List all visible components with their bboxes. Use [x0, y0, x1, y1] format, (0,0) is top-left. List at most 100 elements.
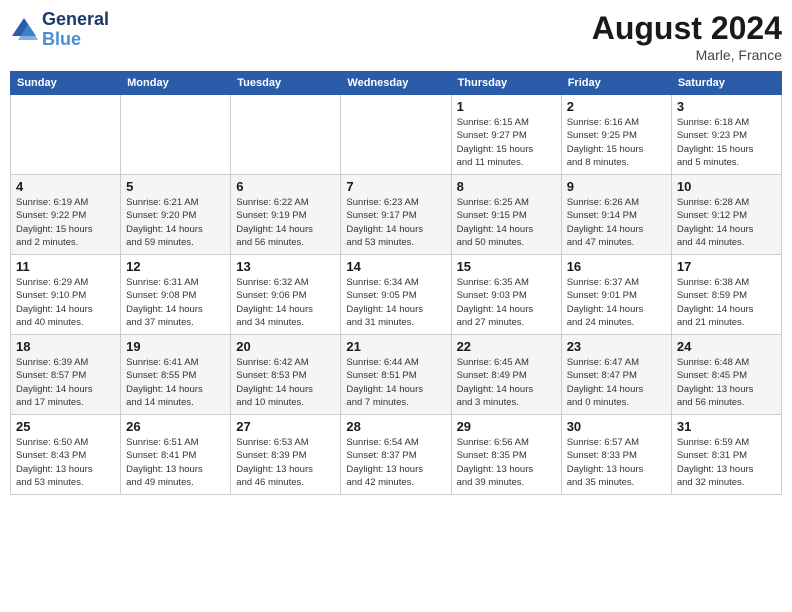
day-info: Sunrise: 6:15 AMSunset: 9:27 PMDaylight:…: [457, 116, 556, 169]
calendar-cell: 3 Sunrise: 6:18 AMSunset: 9:23 PMDaylight…: [671, 95, 781, 175]
calendar-cell: 31 Sunrise: 6:59 AMSunset: 8:31 PMDayligh…: [671, 415, 781, 495]
day-info: Sunrise: 6:56 AMSunset: 8:35 PMDaylight:…: [457, 436, 556, 489]
day-info: Sunrise: 6:38 AMSunset: 8:59 PMDaylight:…: [677, 276, 776, 329]
day-number: 2: [567, 99, 666, 114]
header: General Blue August 2024 Marle, France: [10, 10, 782, 63]
day-number: 31: [677, 419, 776, 434]
location: Marle, France: [592, 47, 782, 63]
calendar-cell: 1 Sunrise: 6:15 AMSunset: 9:27 PMDaylight…: [451, 95, 561, 175]
day-number: 19: [126, 339, 225, 354]
day-number: 20: [236, 339, 335, 354]
day-info: Sunrise: 6:51 AMSunset: 8:41 PMDaylight:…: [126, 436, 225, 489]
calendar-cell: 25Sunrise: 6:50 AMSunset: 8:43 PMDayligh…: [11, 415, 121, 495]
week-row-2: 4 Sunrise: 6:19 AMSunset: 9:22 PMDaylight…: [11, 175, 782, 255]
weekday-header-row: SundayMondayTuesdayWednesdayThursdayFrid…: [11, 72, 782, 95]
day-info: Sunrise: 6:35 AMSunset: 9:03 PMDaylight:…: [457, 276, 556, 329]
day-number: 11: [16, 259, 115, 274]
month-title: August 2024: [592, 10, 782, 47]
weekday-header-tuesday: Tuesday: [231, 72, 341, 95]
day-info: Sunrise: 6:47 AMSunset: 8:47 PMDaylight:…: [567, 356, 666, 409]
day-number: 13: [236, 259, 335, 274]
calendar-cell: 29 Sunrise: 6:56 AMSunset: 8:35 PMDayligh…: [451, 415, 561, 495]
day-info: Sunrise: 6:21 AMSunset: 9:20 PMDaylight:…: [126, 196, 225, 249]
week-row-3: 11 Sunrise: 6:29 AMSunset: 9:10 PMDayligh…: [11, 255, 782, 335]
calendar-cell: 30 Sunrise: 6:57 AMSunset: 8:33 PMDayligh…: [561, 415, 671, 495]
day-number: 4: [16, 179, 115, 194]
calendar-cell: [11, 95, 121, 175]
calendar-cell: 6 Sunrise: 6:22 AMSunset: 9:19 PMDaylight…: [231, 175, 341, 255]
day-number: 18: [16, 339, 115, 354]
day-number: 28: [346, 419, 445, 434]
calendar-cell: 12 Sunrise: 6:31 AMSunset: 9:08 PMDayligh…: [121, 255, 231, 335]
day-info: Sunrise: 6:54 AMSunset: 8:37 PMDaylight:…: [346, 436, 445, 489]
calendar-cell: 11 Sunrise: 6:29 AMSunset: 9:10 PMDayligh…: [11, 255, 121, 335]
calendar-cell: 17 Sunrise: 6:38 AMSunset: 8:59 PMDayligh…: [671, 255, 781, 335]
day-info: Sunrise: 6:37 AMSunset: 9:01 PMDaylight:…: [567, 276, 666, 329]
day-info: Sunrise: 6:31 AMSunset: 9:08 PMDaylight:…: [126, 276, 225, 329]
calendar-cell: 20 Sunrise: 6:42 AMSunset: 8:53 PMDayligh…: [231, 335, 341, 415]
calendar-cell: 23 Sunrise: 6:47 AMSunset: 8:47 PMDayligh…: [561, 335, 671, 415]
day-info: Sunrise: 6:59 AMSunset: 8:31 PMDaylight:…: [677, 436, 776, 489]
calendar-cell: 7 Sunrise: 6:23 AMSunset: 9:17 PMDaylight…: [341, 175, 451, 255]
day-number: 17: [677, 259, 776, 274]
week-row-1: 1 Sunrise: 6:15 AMSunset: 9:27 PMDaylight…: [11, 95, 782, 175]
day-number: 27: [236, 419, 335, 434]
calendar-cell: [341, 95, 451, 175]
day-number: 25: [16, 419, 115, 434]
day-number: 29: [457, 419, 556, 434]
day-info: Sunrise: 6:19 AMSunset: 9:22 PMDaylight:…: [16, 196, 115, 249]
day-info: Sunrise: 6:57 AMSunset: 8:33 PMDaylight:…: [567, 436, 666, 489]
day-info: Sunrise: 6:45 AMSunset: 8:49 PMDaylight:…: [457, 356, 556, 409]
day-info: Sunrise: 6:32 AMSunset: 9:06 PMDaylight:…: [236, 276, 335, 329]
day-info: Sunrise: 6:44 AMSunset: 8:51 PMDaylight:…: [346, 356, 445, 409]
day-info: Sunrise: 6:18 AMSunset: 9:23 PMDaylight:…: [677, 116, 776, 169]
day-info: Sunrise: 6:16 AMSunset: 9:25 PMDaylight:…: [567, 116, 666, 169]
day-number: 21: [346, 339, 445, 354]
day-info: Sunrise: 6:42 AMSunset: 8:53 PMDaylight:…: [236, 356, 335, 409]
day-number: 7: [346, 179, 445, 194]
logo: General Blue: [10, 10, 109, 50]
calendar-cell: 28 Sunrise: 6:54 AMSunset: 8:37 PMDayligh…: [341, 415, 451, 495]
calendar-cell: 19Sunrise: 6:41 AMSunset: 8:55 PMDayligh…: [121, 335, 231, 415]
calendar-cell: 14 Sunrise: 6:34 AMSunset: 9:05 PMDayligh…: [341, 255, 451, 335]
day-number: 14: [346, 259, 445, 274]
title-area: August 2024 Marle, France: [592, 10, 782, 63]
weekday-header-saturday: Saturday: [671, 72, 781, 95]
calendar-cell: 24 Sunrise: 6:48 AMSunset: 8:45 PMDayligh…: [671, 335, 781, 415]
day-number: 6: [236, 179, 335, 194]
day-number: 26: [126, 419, 225, 434]
day-info: Sunrise: 6:25 AMSunset: 9:15 PMDaylight:…: [457, 196, 556, 249]
week-row-5: 25Sunrise: 6:50 AMSunset: 8:43 PMDayligh…: [11, 415, 782, 495]
calendar-cell: 4 Sunrise: 6:19 AMSunset: 9:22 PMDaylight…: [11, 175, 121, 255]
day-info: Sunrise: 6:23 AMSunset: 9:17 PMDaylight:…: [346, 196, 445, 249]
calendar-cell: 13 Sunrise: 6:32 AMSunset: 9:06 PMDayligh…: [231, 255, 341, 335]
day-info: Sunrise: 6:28 AMSunset: 9:12 PMDaylight:…: [677, 196, 776, 249]
day-number: 23: [567, 339, 666, 354]
day-info: Sunrise: 6:34 AMSunset: 9:05 PMDaylight:…: [346, 276, 445, 329]
calendar-cell: 5 Sunrise: 6:21 AMSunset: 9:20 PMDaylight…: [121, 175, 231, 255]
day-number: 9: [567, 179, 666, 194]
day-info: Sunrise: 6:29 AMSunset: 9:10 PMDaylight:…: [16, 276, 115, 329]
day-number: 30: [567, 419, 666, 434]
calendar-cell: 22 Sunrise: 6:45 AMSunset: 8:49 PMDayligh…: [451, 335, 561, 415]
day-number: 1: [457, 99, 556, 114]
day-info: Sunrise: 6:22 AMSunset: 9:19 PMDaylight:…: [236, 196, 335, 249]
week-row-4: 18Sunrise: 6:39 AMSunset: 8:57 PMDayligh…: [11, 335, 782, 415]
day-number: 12: [126, 259, 225, 274]
logo-text: General Blue: [42, 10, 109, 50]
day-number: 24: [677, 339, 776, 354]
day-number: 22: [457, 339, 556, 354]
calendar-cell: [121, 95, 231, 175]
weekday-header-monday: Monday: [121, 72, 231, 95]
day-number: 5: [126, 179, 225, 194]
day-number: 10: [677, 179, 776, 194]
day-number: 3: [677, 99, 776, 114]
logo-line2: Blue: [42, 30, 109, 50]
weekday-header-thursday: Thursday: [451, 72, 561, 95]
calendar-cell: 27 Sunrise: 6:53 AMSunset: 8:39 PMDayligh…: [231, 415, 341, 495]
logo-icon: [10, 16, 38, 44]
day-info: Sunrise: 6:48 AMSunset: 8:45 PMDaylight:…: [677, 356, 776, 409]
day-number: 8: [457, 179, 556, 194]
calendar-cell: 8 Sunrise: 6:25 AMSunset: 9:15 PMDaylight…: [451, 175, 561, 255]
day-info: Sunrise: 6:53 AMSunset: 8:39 PMDaylight:…: [236, 436, 335, 489]
